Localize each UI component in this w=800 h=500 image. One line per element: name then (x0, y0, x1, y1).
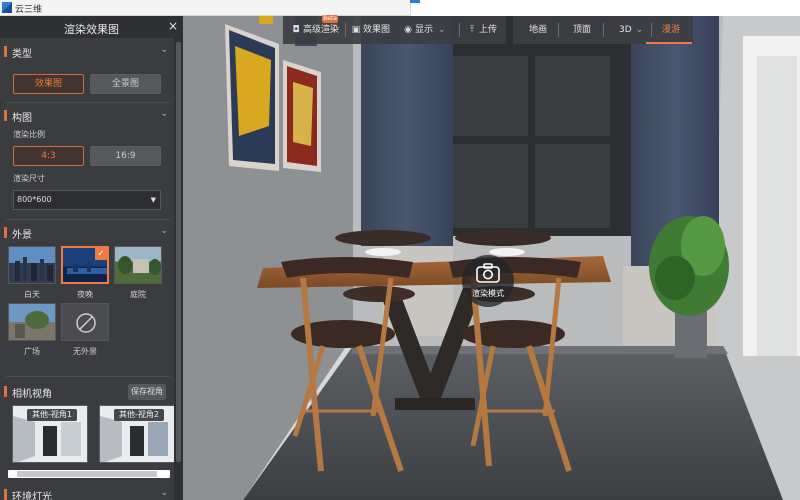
render-ratio-label: 渲染比例 (13, 130, 45, 139)
exterior-night-thumb[interactable]: ✓ (61, 246, 109, 284)
exterior-plaza-label: 广场 (24, 347, 40, 356)
mode-walkthrough[interactable]: 漫游 (662, 16, 680, 44)
courtyard-image (118, 256, 161, 275)
upload-button[interactable]: ⤒ 上传 (465, 16, 497, 44)
exterior-day-thumb[interactable] (8, 246, 56, 284)
section-exterior-title: 外景 (12, 230, 32, 241)
section-accent-bar (4, 489, 7, 500)
toolbar-separator (459, 23, 460, 37)
render-size-value: 800*600 (17, 195, 52, 204)
upload-icon: ⤒ (470, 25, 474, 35)
render-size-label: 渲染尺寸 (13, 174, 45, 183)
toolbar-actions: ◘ 高级渲染 ▣ 效果图 ◉ 显示 ⌄ ⤒ 上传 (283, 16, 506, 44)
toolbar-separator (651, 23, 652, 37)
camera-views-scrollbar[interactable] (8, 470, 170, 478)
exterior-plaza-thumb[interactable] (8, 303, 56, 341)
app-title: 云三维 (15, 5, 43, 15)
section-accent-bar (4, 110, 7, 121)
mode-3d[interactable]: 3D ⌄ (619, 16, 643, 44)
exterior-courtyard-thumb[interactable] (114, 246, 162, 284)
caret-down-icon: ▼ (150, 196, 156, 204)
plaza-image (15, 311, 49, 338)
chevron-down-icon: ⌄ (160, 488, 168, 498)
section-lighting-title: 环境灯光 (12, 492, 52, 500)
camera-view-1-label: 其他-视角1 (27, 409, 77, 421)
beta-badge: Beta (322, 15, 338, 23)
section-composition-title: 构图 (12, 113, 32, 124)
divider (6, 219, 170, 220)
app-logo-icon (2, 2, 12, 13)
eye-icon: ◉ (404, 25, 412, 35)
scrollbar-thumb[interactable] (176, 42, 181, 462)
view-mode-bar: 地画 顶面 3D ⌄ 漫游 (513, 16, 693, 44)
mode-3d-label: 3D (619, 25, 632, 35)
active-mode-indicator (646, 42, 692, 44)
camera-icon: ◘ (292, 25, 300, 35)
camera-view-thumb-2[interactable]: 其他-视角2 (99, 405, 175, 463)
section-exterior-header[interactable]: 外景 ⌄ (0, 224, 174, 242)
titlebar-right-area (410, 0, 800, 16)
ratio-4-3-option[interactable]: 4:3 (13, 146, 84, 166)
save-view-button[interactable]: 保存视角 (128, 384, 166, 400)
ratio-16-9-option[interactable]: 16:9 (90, 146, 161, 166)
camera-icon (476, 263, 500, 283)
panel-scrollbar[interactable] (174, 38, 183, 500)
exterior-day-label: 白天 (24, 290, 40, 299)
section-accent-bar (4, 386, 7, 397)
exterior-courtyard-label: 庭院 (130, 290, 146, 299)
divider (6, 102, 170, 103)
camera-view-thumb-1[interactable]: 其他-视角1 (12, 405, 88, 463)
section-composition-header[interactable]: 构图 ⌄ (0, 107, 174, 125)
toolbar-separator (603, 23, 604, 37)
mode-ceiling[interactable]: 顶面 (573, 16, 591, 44)
scrollbar-thumb[interactable] (17, 471, 157, 477)
close-icon[interactable]: × (168, 19, 178, 33)
chevron-down-icon: ⌄ (438, 25, 446, 35)
divider (6, 376, 170, 377)
exterior-none-label: 无外景 (73, 347, 97, 356)
mode-floor[interactable]: 地画 (529, 16, 547, 44)
type-panorama-option[interactable]: 全景图 (90, 74, 161, 94)
city-skyline-image (15, 257, 53, 281)
section-lighting-header[interactable]: 环境灯光 ⌄ (0, 486, 174, 500)
check-icon: ✓ (95, 248, 107, 260)
exterior-night-label: 夜晚 (77, 290, 93, 299)
chevron-down-icon: ⌄ (160, 226, 168, 236)
display-label: 显示 (415, 25, 434, 35)
no-entry-icon (76, 313, 96, 333)
window-titlebar: 云三维 (0, 0, 800, 16)
render-settings-panel: 渲染效果图 × 类型 ⌄ 效果图 全景图 构图 ⌄ 渲染比例 4:3 16:9 … (0, 16, 183, 500)
section-type-header[interactable]: 类型 ⌄ (0, 43, 174, 61)
panel-title: 渲染效果图 (64, 23, 119, 36)
camera-view-2-label: 其他-视角2 (114, 409, 164, 421)
section-accent-bar (4, 46, 7, 57)
render-mode-button[interactable]: 渲染模式 (462, 255, 514, 307)
titlebar-accent (410, 0, 420, 3)
display-dropdown[interactable]: ◉ 显示 ⌄ (401, 16, 446, 44)
render-mode-label: 渲染模式 (472, 289, 504, 298)
upload-label: 上传 (479, 25, 498, 35)
type-render-image-option[interactable]: 效果图 (13, 74, 84, 94)
hd-render-label: 高级渲染 (303, 25, 340, 35)
chevron-down-icon: ⌄ (160, 45, 168, 55)
section-accent-bar (4, 227, 7, 238)
exterior-none-thumb[interactable] (61, 303, 109, 341)
render-image-label: 效果图 (363, 25, 391, 35)
section-camera-title: 相机视角 (12, 389, 52, 400)
panel-header: 渲染效果图 × (0, 16, 183, 38)
toolbar-separator (558, 23, 559, 37)
render-image-button[interactable]: ▣ 效果图 (349, 16, 390, 44)
section-type-title: 类型 (12, 49, 32, 60)
chevron-down-icon: ⌄ (635, 25, 644, 35)
render-size-select[interactable]: 800*600 ▼ (13, 190, 161, 210)
toolbar-separator (345, 23, 346, 37)
image-icon: ▣ (351, 25, 361, 35)
chevron-down-icon: ⌄ (160, 109, 168, 119)
